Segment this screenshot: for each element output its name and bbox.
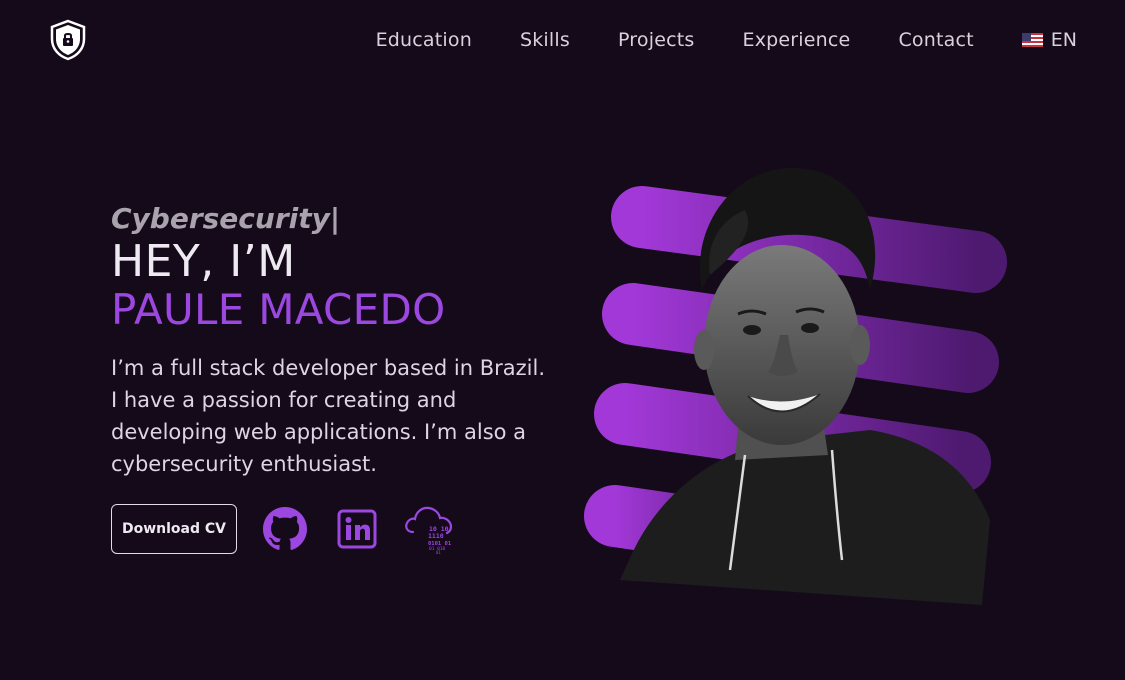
- nav-contact[interactable]: Contact: [898, 29, 973, 51]
- nav-experience[interactable]: Experience: [742, 29, 850, 51]
- github-icon[interactable]: [263, 507, 307, 551]
- main-nav: Education Skills Projects Experience Con…: [376, 0, 1077, 80]
- typed-role-text: Cybersecurity: [111, 202, 330, 235]
- hero-name: PAULE MACEDO: [111, 285, 446, 334]
- typed-role: Cybersecurity|: [111, 200, 561, 238]
- cloud-binary-icon[interactable]: 10 10 1110 0101 01 01 010 01: [403, 504, 455, 554]
- shield-lock-icon[interactable]: [48, 19, 88, 61]
- nav-education[interactable]: Education: [376, 29, 472, 51]
- us-flag-icon: [1021, 33, 1043, 47]
- hero-section: Cybersecurity| HEY, I’M PAULE MACEDO I’m…: [111, 200, 561, 554]
- portfolio-page: Education Skills Projects Experience Con…: [0, 0, 1125, 680]
- hero-illustration: [584, 167, 1007, 605]
- hero-greeting: HEY, I’M: [111, 236, 296, 287]
- nav-skills[interactable]: Skills: [520, 29, 570, 51]
- svg-text:1110: 1110: [428, 532, 444, 540]
- nav-projects[interactable]: Projects: [618, 29, 695, 51]
- download-cv-button[interactable]: Download CV: [111, 504, 237, 554]
- typing-cursor: |: [329, 202, 341, 235]
- linkedin-icon[interactable]: [337, 509, 377, 549]
- language-selector[interactable]: EN: [1021, 29, 1077, 51]
- language-label: EN: [1050, 29, 1077, 51]
- hero-actions: Download CV 10 10 1110 0101 01 01 010 01: [111, 504, 561, 554]
- svg-text:01: 01: [436, 550, 441, 554]
- hero-bio: I’m a full stack developer based in Braz…: [111, 356, 546, 476]
